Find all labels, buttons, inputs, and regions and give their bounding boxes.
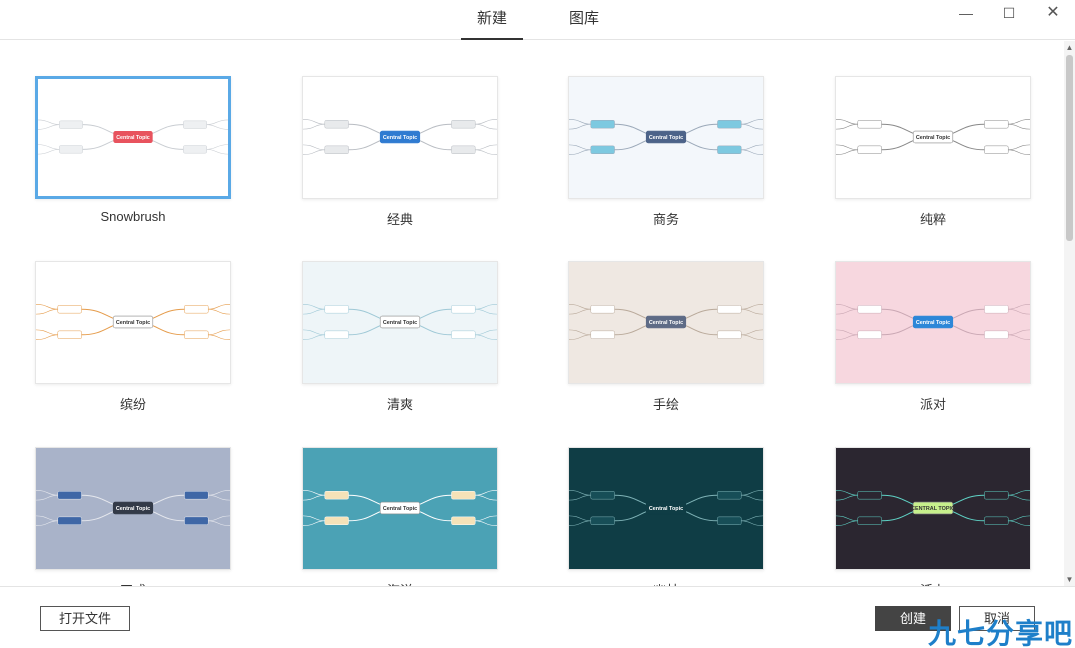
template-thumbnail[interactable]: Central Topic xyxy=(835,76,1031,199)
template-card[interactable]: Central Topic 派对 xyxy=(835,261,1033,412)
mindmap-preview: Central Topic xyxy=(303,119,497,156)
template-card[interactable]: Central Topic 经典 xyxy=(302,76,500,227)
template-card[interactable]: Central Topic 清爽 xyxy=(302,261,500,412)
scroll-down-icon[interactable]: ▼ xyxy=(1064,575,1075,584)
tab-library[interactable]: 图库 xyxy=(553,0,615,40)
svg-text:CENTRAL TOPIC: CENTRAL TOPIC xyxy=(911,506,955,512)
template-card[interactable]: Central Topic 手绘 xyxy=(568,261,766,412)
template-card[interactable]: Central Topic 纯粹 xyxy=(835,76,1033,227)
close-icon[interactable]: ✕ xyxy=(1030,0,1075,28)
template-thumbnail[interactable]: Central Topic xyxy=(35,261,231,384)
mindmap-preview: Central Topic xyxy=(36,490,230,527)
template-name: 商务 xyxy=(652,212,679,227)
mindmap-preview: Central Topic xyxy=(38,119,228,155)
template-thumbnail[interactable]: Central Topic xyxy=(302,447,498,570)
template-name: 缤纷 xyxy=(119,397,146,412)
minimize-icon[interactable]: — xyxy=(943,0,989,28)
tab-new[interactable]: 新建 xyxy=(461,0,523,40)
mindmap-preview: CENTRAL TOPIC xyxy=(836,490,1030,527)
template-name: 派对 xyxy=(919,397,946,412)
template-thumbnail[interactable]: Central Topic xyxy=(835,261,1031,384)
mindmap-preview: Central Topic xyxy=(303,304,497,341)
mindmap-preview: Central Topic xyxy=(836,119,1030,156)
svg-text:Central Topic: Central Topic xyxy=(649,320,683,326)
svg-text:Central Topic: Central Topic xyxy=(916,135,950,141)
template-thumbnail[interactable]: Central Topic xyxy=(568,447,764,570)
dialog-footer: 打开文件 创建 取消 xyxy=(0,586,1075,648)
template-thumbnail[interactable]: CENTRAL TOPIC xyxy=(835,447,1031,570)
template-card[interactable]: Central Topic Snowbrush xyxy=(35,76,233,224)
template-thumbnail[interactable]: Central Topic xyxy=(35,76,231,199)
svg-text:Central Topic: Central Topic xyxy=(116,506,150,512)
template-thumbnail[interactable]: Central Topic xyxy=(302,76,498,199)
scrollbar-thumb[interactable] xyxy=(1066,55,1073,241)
template-name: 清爽 xyxy=(386,397,413,412)
template-thumbnail[interactable]: Central Topic xyxy=(302,261,498,384)
template-card[interactable]: Central Topic海洋 xyxy=(302,447,500,586)
template-thumbnail[interactable]: Central Topic xyxy=(568,261,764,384)
template-name: 纯粹 xyxy=(919,212,946,227)
template-grid: Central Topic Snowbrush Central Topic 经典 Cen… xyxy=(0,41,1064,586)
mindmap-preview: Central Topic xyxy=(836,304,1030,341)
template-name: Snowbrush xyxy=(100,209,166,224)
template-card[interactable]: Central Topic 商务 xyxy=(568,76,766,227)
svg-text:Central Topic: Central Topic xyxy=(916,320,950,326)
template-thumbnail[interactable]: Central Topic xyxy=(568,76,764,199)
template-card[interactable]: CENTRAL TOPIC活力 xyxy=(835,447,1033,586)
mindmap-preview: Central Topic xyxy=(569,119,763,156)
mindmap-preview: Central Topic xyxy=(36,304,230,341)
template-thumbnail[interactable]: Central Topic xyxy=(35,447,231,570)
svg-text:Central Topic: Central Topic xyxy=(383,320,417,326)
scroll-up-icon[interactable]: ▲ xyxy=(1064,43,1075,52)
dialog-header: 新建 图库 — ☐ ✕ xyxy=(0,0,1075,40)
vertical-scrollbar[interactable]: ▲ ▼ xyxy=(1064,41,1075,586)
template-name: 手绘 xyxy=(652,397,679,412)
svg-text:Central Topic: Central Topic xyxy=(116,320,150,326)
maximize-icon[interactable]: ☐ xyxy=(986,0,1032,28)
template-card[interactable]: Central Topic幽林 xyxy=(568,447,766,586)
mindmap-preview: Central Topic xyxy=(569,304,763,341)
svg-text:Central Topic: Central Topic xyxy=(383,506,417,512)
svg-text:Central Topic: Central Topic xyxy=(116,135,150,141)
mindmap-preview: Central Topic xyxy=(569,490,763,527)
open-file-button[interactable]: 打开文件 xyxy=(40,606,130,631)
watermark-logo: 九七分享吧 xyxy=(928,617,1074,648)
svg-text:Central Topic: Central Topic xyxy=(649,135,683,141)
template-card[interactable]: Central Topic 缤纷 xyxy=(35,261,233,412)
svg-text:Central Topic: Central Topic xyxy=(649,506,683,512)
template-name: 经典 xyxy=(386,212,413,227)
template-card[interactable]: Central Topic正式 xyxy=(35,447,233,586)
mindmap-preview: Central Topic xyxy=(303,490,497,527)
svg-text:Central Topic: Central Topic xyxy=(383,135,417,141)
